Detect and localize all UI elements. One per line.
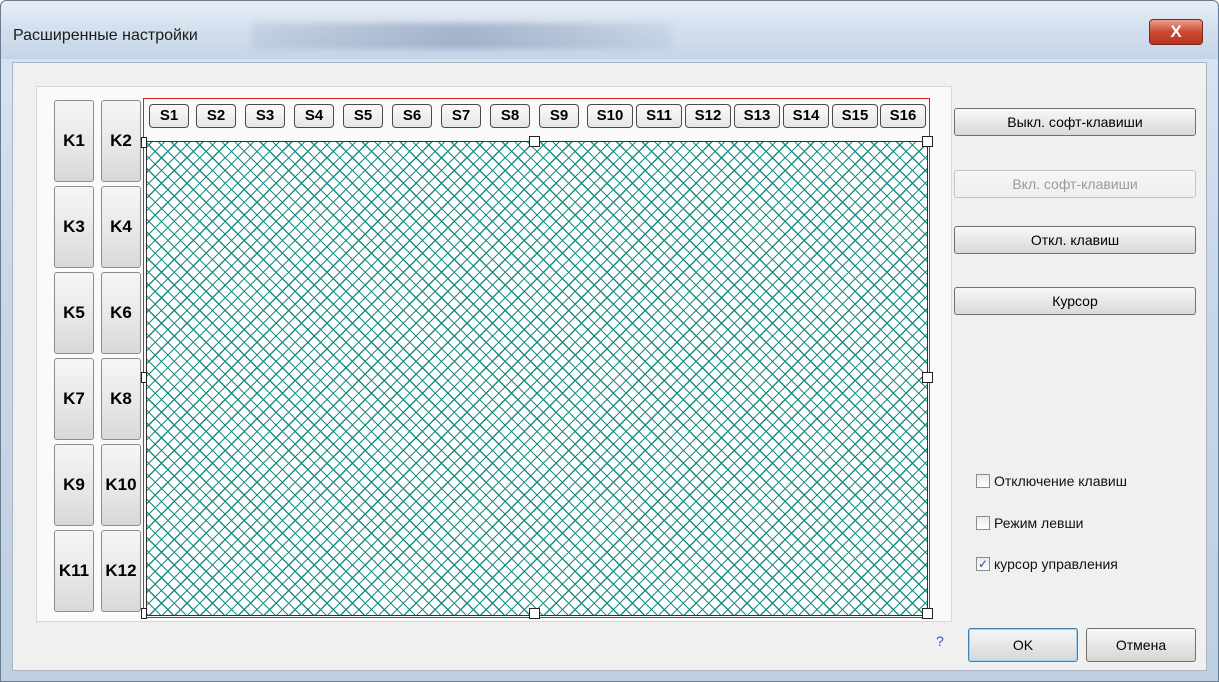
key-s7[interactable]: S7 [441, 104, 481, 128]
enable-soft-keys-button[interactable]: Вкл. софт-клавиши [954, 170, 1196, 198]
resize-handle-bottom-right[interactable] [922, 608, 933, 619]
resize-handle-bottom-left[interactable] [141, 608, 147, 619]
keys-off-checkbox-row[interactable]: Отключение клавиш [976, 471, 1127, 491]
window-title: Расширенные настройки [13, 27, 198, 44]
key-s9[interactable]: S9 [539, 104, 579, 128]
key-k4[interactable]: K4 [101, 186, 141, 268]
key-k6[interactable]: K6 [101, 272, 141, 354]
title-bar[interactable]: Расширенные настройки X [1, 1, 1218, 59]
key-s5[interactable]: S5 [343, 104, 383, 128]
key-s3[interactable]: S3 [245, 104, 285, 128]
key-s11[interactable]: S11 [636, 104, 682, 128]
key-k5[interactable]: K5 [54, 272, 94, 354]
key-s2[interactable]: S2 [196, 104, 236, 128]
disable-soft-keys-button[interactable]: Выкл. софт-клавиши [954, 108, 1196, 136]
resize-handle-top-left[interactable] [141, 137, 147, 148]
key-k10[interactable]: K10 [101, 444, 141, 526]
key-k12[interactable]: K12 [101, 530, 141, 612]
key-s13[interactable]: S13 [734, 104, 780, 128]
resize-handle-left[interactable] [141, 372, 147, 383]
left-mode-checkbox[interactable] [976, 516, 990, 530]
key-s4[interactable]: S4 [294, 104, 334, 128]
help-link[interactable]: ? [936, 633, 944, 649]
control-cursor-checkbox-row[interactable]: ✓ курсор управления [976, 554, 1118, 574]
cancel-button[interactable]: Отмена [1086, 628, 1196, 662]
key-k2[interactable]: K2 [101, 100, 141, 182]
key-s8[interactable]: S8 [490, 104, 530, 128]
resize-handle-bottom[interactable] [529, 608, 540, 619]
left-mode-checkbox-row[interactable]: Режим левши [976, 513, 1084, 533]
key-s15[interactable]: S15 [832, 104, 878, 128]
control-cursor-label: курсор управления [994, 556, 1118, 572]
key-s6[interactable]: S6 [392, 104, 432, 128]
key-s16[interactable]: S16 [880, 104, 926, 128]
key-k7[interactable]: K7 [54, 358, 94, 440]
ok-button[interactable]: OK [968, 628, 1078, 662]
key-k9[interactable]: K9 [54, 444, 94, 526]
resize-handle-top-right[interactable] [922, 136, 933, 147]
key-s14[interactable]: S14 [783, 104, 829, 128]
key-k3[interactable]: K3 [54, 186, 94, 268]
key-k11[interactable]: K11 [54, 530, 94, 612]
key-k1[interactable]: K1 [54, 100, 94, 182]
screen-area[interactable] [146, 141, 928, 616]
checkmark-icon: ✓ [977, 557, 989, 571]
resize-handle-right[interactable] [922, 372, 933, 383]
keys-off-checkbox[interactable] [976, 474, 990, 488]
close-button[interactable]: X [1149, 19, 1203, 45]
cursor-button[interactable]: Курсор [954, 287, 1196, 315]
key-s10[interactable]: S10 [587, 104, 633, 128]
background-window-title [251, 23, 671, 49]
keys-off-label: Отключение клавиш [994, 473, 1127, 489]
key-s12[interactable]: S12 [685, 104, 731, 128]
key-k8[interactable]: K8 [101, 358, 141, 440]
control-cursor-checkbox[interactable]: ✓ [976, 557, 990, 571]
key-s1[interactable]: S1 [149, 104, 189, 128]
disable-keys-button[interactable]: Откл. клавиш [954, 226, 1196, 254]
left-mode-label: Режим левши [994, 515, 1084, 531]
resize-handle-top[interactable] [529, 136, 540, 147]
